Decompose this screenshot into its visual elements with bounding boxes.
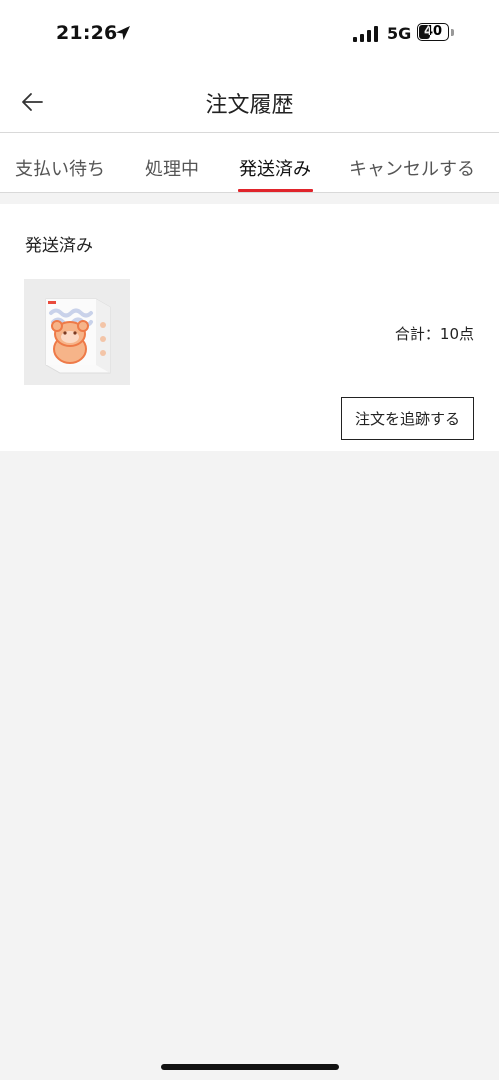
order-history-screen: 21:26 5G 40 注文履歴 支払い待ち 処理中 発送済み キャンセルする — [0, 0, 499, 1080]
tab-shipped[interactable]: 発送済み — [239, 155, 311, 181]
order-status-label: 発送済み — [25, 236, 93, 256]
battery-icon: 40 — [417, 23, 449, 41]
battery-cap — [451, 29, 454, 36]
blind-box-figure-thumbnail — [24, 279, 130, 385]
tab-processing[interactable]: 処理中 — [145, 155, 199, 181]
track-order-button[interactable]: 注文を追跡する — [341, 397, 474, 440]
status-bar: 21:26 5G 40 — [0, 0, 499, 70]
order-card[interactable]: 発送済み 合計：10点 注文を追跡する — [0, 204, 499, 451]
order-status-tabs: 支払い待ち 処理中 発送済み キャンセルする — [0, 133, 499, 193]
battery-level: 40 — [423, 24, 443, 39]
home-indicator — [161, 1064, 339, 1070]
order-total: 合計：10点 — [395, 323, 474, 344]
active-tab-indicator — [238, 189, 313, 192]
order-total-count: 10点 — [439, 325, 474, 343]
product-thumbnail[interactable] — [24, 279, 130, 385]
order-total-label: 合計： — [394, 325, 440, 343]
tab-cancelled[interactable]: キャンセルする — [349, 155, 475, 181]
network-type: 5G — [387, 24, 412, 43]
cellular-signal-icon — [353, 26, 378, 42]
arrow-left-icon[interactable] — [16, 86, 48, 118]
tab-awaiting-payment[interactable]: 支払い待ち — [15, 155, 105, 181]
status-time: 21:26 — [56, 22, 118, 44]
location-arrow-icon — [116, 26, 130, 40]
page-title: 注文履歴 — [205, 93, 294, 118]
header-bar: 注文履歴 — [0, 70, 499, 133]
